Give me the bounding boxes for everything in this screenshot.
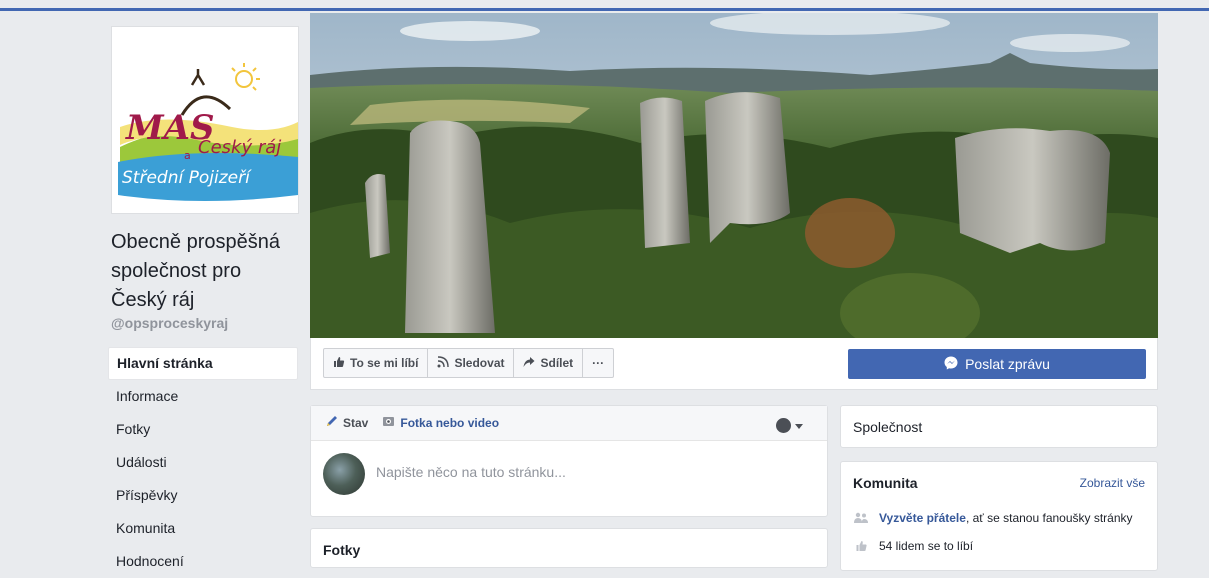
profile-picture[interactable]: MAS Český ráj a Střední Pojizeří — [111, 26, 299, 214]
tab-status-label: Stav — [343, 416, 369, 430]
page-avatar-small — [776, 417, 791, 433]
composer-tabs: Stav Fotka nebo video — [311, 406, 827, 441]
mas-logo: MAS Český ráj a Střední Pojizeří — [118, 63, 298, 201]
category-card: Společnost — [840, 405, 1158, 448]
tab-photo-video[interactable]: Fotka nebo video — [382, 415, 499, 431]
logo-stredni-pojizeri-text: Střední Pojizeří — [122, 168, 252, 188]
like-page-button[interactable]: To se mi líbí — [324, 349, 429, 377]
follow-label: Sledovat — [454, 356, 505, 370]
send-message-label: Poslat zprávu — [965, 356, 1050, 372]
top-accent-bar — [0, 8, 1209, 11]
photos-section: Fotky — [310, 528, 828, 568]
nav-item-photos[interactable]: Fotky — [108, 413, 298, 446]
cover-landscape-image — [310, 13, 1158, 338]
likes-count-text: 54 lidem se to líbí — [879, 539, 974, 553]
invite-friends-row: Vyzvěte přátele, ať se stanou fanoušky s… — [853, 511, 1133, 525]
nav-item-reviews[interactable]: Hodnocení — [108, 545, 298, 578]
photos-section-title[interactable]: Fotky — [323, 542, 360, 558]
community-see-all-link[interactable]: Zobrazit vše — [1080, 476, 1145, 490]
share-button[interactable]: Sdílet — [514, 349, 584, 377]
post-text-input[interactable]: Napište něco na tuto stránku... — [376, 464, 566, 480]
cover-photo[interactable] — [310, 13, 1158, 338]
tab-photo-video-label: Fotka nebo video — [400, 416, 500, 430]
community-title: Komunita — [853, 475, 918, 491]
page-username[interactable]: @opsproceskyraj — [111, 315, 228, 331]
people-icon — [853, 512, 869, 524]
page-title: Obecně prospěšná společnost pro Český rá… — [111, 231, 281, 311]
action-button-group: To se mi líbí Sledovat Sdílet ··· — [323, 348, 615, 378]
community-card: Komunita Zobrazit vše Vyzvěte přátele, a… — [840, 461, 1158, 571]
camera-icon — [382, 415, 395, 431]
like-page-label: To se mi líbí — [350, 356, 419, 370]
invite-friends-text: , ať se stanou fanoušky stránky — [965, 511, 1133, 525]
follow-button[interactable]: Sledovat — [428, 349, 515, 377]
pencil-icon — [325, 415, 338, 431]
share-label: Sdílet — [540, 356, 574, 370]
page-category[interactable]: Společnost — [853, 419, 922, 435]
nav-item-home[interactable]: Hlavní stránka — [108, 347, 298, 380]
send-message-button[interactable]: Poslat zprávu — [848, 349, 1146, 379]
post-composer: Stav Fotka nebo video Napište něco na tu… — [310, 405, 828, 517]
page-action-bar: To se mi líbí Sledovat Sdílet ··· Poslat… — [310, 338, 1158, 390]
more-options-button[interactable]: ··· — [583, 349, 613, 377]
composer-avatar — [323, 453, 365, 495]
likes-count-row: 54 lidem se to líbí — [853, 539, 973, 553]
messenger-icon — [944, 356, 958, 373]
page-navigation: Hlavní stránka Informace Fotky Události … — [108, 347, 298, 578]
nav-item-events[interactable]: Události — [108, 446, 298, 479]
thumbs-up-icon — [853, 540, 869, 552]
nav-item-about[interactable]: Informace — [108, 380, 298, 413]
caret-down-icon — [795, 416, 803, 434]
tab-status[interactable]: Stav — [325, 415, 368, 431]
post-as-selector[interactable] — [776, 416, 803, 434]
thumbs-up-icon — [333, 356, 345, 371]
invite-friends-link[interactable]: Vyzvěte přátele — [879, 511, 966, 525]
logo-a-text: a — [184, 149, 191, 162]
logo-cesky-raj-text: Český ráj — [198, 136, 281, 158]
rss-icon — [437, 355, 450, 371]
more-dots-icon: ··· — [592, 356, 605, 370]
nav-item-community[interactable]: Komunita — [108, 512, 298, 545]
nav-item-posts[interactable]: Příspěvky — [108, 479, 298, 512]
share-arrow-icon — [523, 356, 535, 371]
